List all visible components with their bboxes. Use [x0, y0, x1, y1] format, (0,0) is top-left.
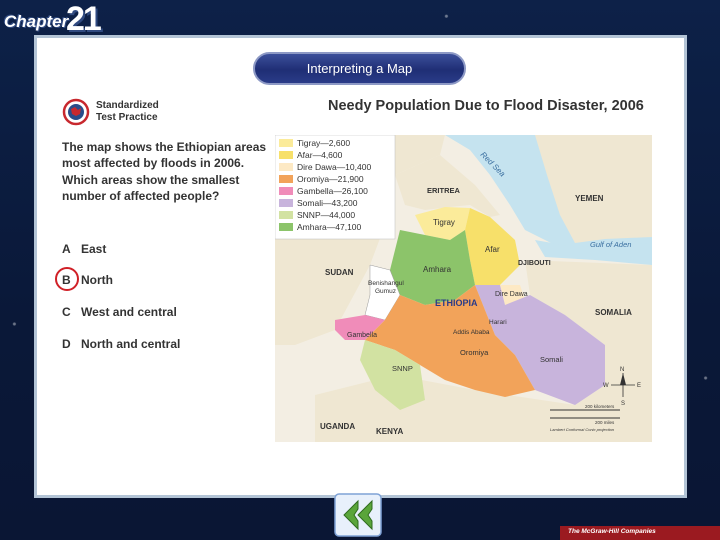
map-title: Needy Population Due to Flood Disaster, …	[328, 98, 644, 114]
choice-letter: A	[62, 242, 71, 256]
map-legend: Tigray—2,600 Afar—4,600 Dire Dawa—10,400…	[275, 135, 396, 240]
label-afar: Afar	[485, 245, 500, 254]
label-addis: Addis Ababa	[453, 329, 490, 336]
back-navigation-button[interactable]	[334, 493, 382, 537]
label-uganda: UGANDA	[320, 422, 355, 431]
selected-answer-circle	[55, 267, 79, 291]
label-yemen: YEMEN	[575, 194, 604, 203]
label-djibouti: DJIBOUTI	[518, 260, 551, 267]
scale-km-label: 200 kilometers	[585, 404, 615, 409]
label-harari: Harari	[489, 319, 507, 326]
test-practice-line2: Test Practice	[96, 112, 158, 123]
legend-snnp: SNNP—44,000	[297, 210, 355, 220]
test-practice-icon	[62, 98, 90, 126]
label-somali: Somali	[540, 355, 563, 364]
answer-choice-a[interactable]: A East	[62, 242, 106, 256]
scale-projection-note: Lambert Conformal Conic projection	[550, 427, 615, 432]
scale-mi-label: 200 miles	[595, 420, 615, 425]
label-dire-dawa: Dire Dawa	[495, 291, 528, 298]
choice-text: North	[81, 273, 113, 287]
label-snnp: SNNP	[392, 364, 413, 373]
label-tigray: Tigray	[433, 218, 455, 227]
label-ethiopia: ETHIOPIA	[435, 298, 478, 308]
legend-amhara: Amhara—47,100	[297, 222, 362, 232]
legend-oromiya: Oromiya—21,900	[297, 174, 364, 184]
answer-choice-d[interactable]: D North and central	[62, 337, 180, 351]
label-sudan: SUDAN	[325, 268, 354, 277]
label-amhara: Amhara	[423, 265, 452, 274]
legend-gambella: Gambella—26,100	[297, 186, 368, 196]
section-title-tab: Interpreting a Map	[253, 52, 466, 85]
choice-text: North and central	[81, 337, 181, 351]
choice-letter: D	[62, 337, 71, 351]
label-kenya: KENYA	[376, 427, 403, 436]
label-gambella: Gambella	[347, 332, 377, 339]
choice-text: West and central	[81, 305, 177, 319]
chapter-logo: Chapter 21	[0, 0, 112, 38]
label-eritrea: ERITREA	[427, 186, 461, 195]
compass-e-label: E	[637, 383, 641, 389]
test-practice-line1: Standardized	[96, 100, 159, 111]
label-gulf-aden: Gulf of Aden	[590, 240, 631, 249]
legend-dire-dawa: Dire Dawa—10,400	[297, 162, 371, 172]
label-gumuz: Gumuz	[375, 288, 396, 295]
label-benishangul: Benishangul	[368, 280, 404, 287]
choice-letter: C	[62, 305, 71, 319]
publisher-label: The McGraw-Hill Companies	[568, 528, 656, 535]
chapter-word: Chapter	[4, 12, 69, 31]
answer-choice-b[interactable]: B North	[55, 267, 113, 291]
legend-somali: Somali—43,200	[297, 198, 358, 208]
legend-afar: Afar—4,600	[297, 150, 343, 160]
ethiopia-flood-map: Tigray—2,600 Afar—4,600 Dire Dawa—10,400…	[275, 135, 652, 442]
compass-s-label: S	[621, 401, 625, 407]
compass-n-label: N	[620, 367, 624, 373]
compass-w-label: W	[603, 383, 609, 389]
label-somalia: SOMALIA	[595, 308, 632, 317]
choice-text: East	[81, 242, 107, 256]
legend-tigray: Tigray—2,600	[297, 138, 350, 148]
label-oromiya: Oromiya	[460, 348, 489, 357]
question-text: The map shows the Ethiopian areas most a…	[62, 140, 267, 203]
chapter-number: 21	[66, 0, 102, 38]
test-practice-label: Standardized Test Practice	[96, 100, 176, 124]
answer-choice-c[interactable]: C West and central	[62, 305, 177, 319]
